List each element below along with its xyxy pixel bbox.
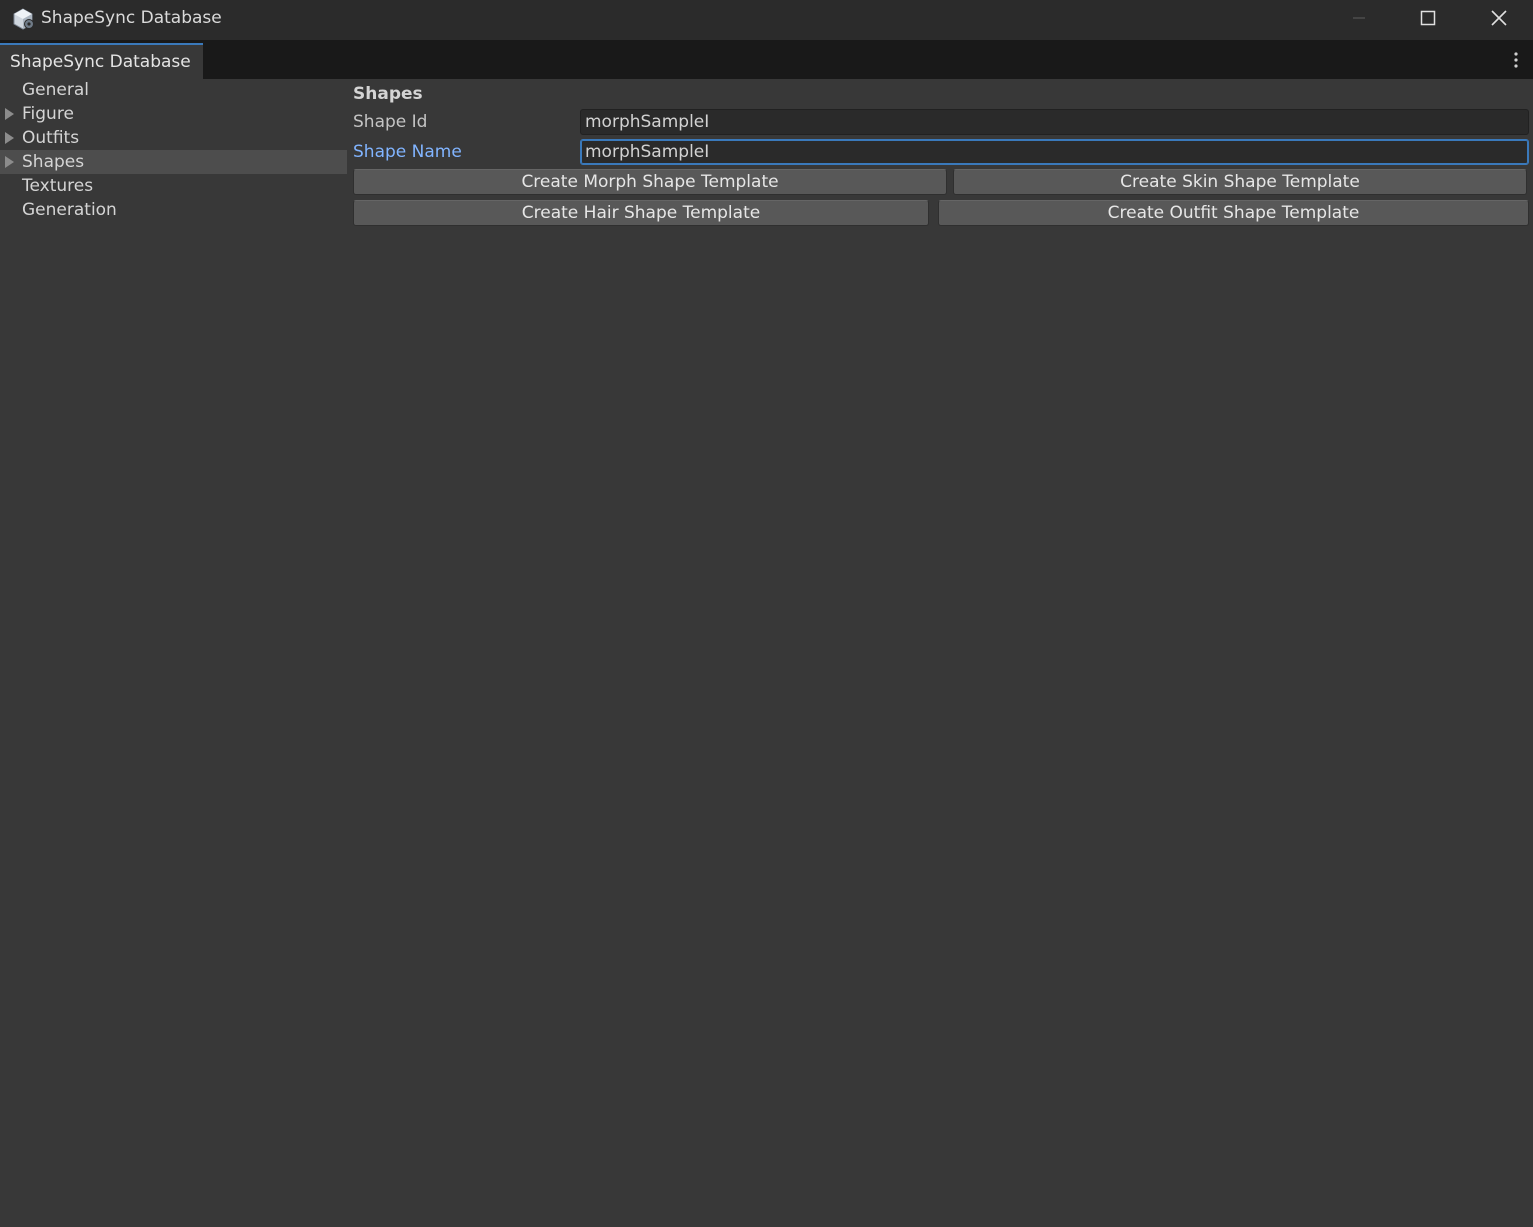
sidebar-item-shapes[interactable]: Shapes: [0, 150, 347, 174]
section-title: Shapes: [353, 84, 423, 104]
maximize-button[interactable]: [1398, 0, 1458, 36]
maximize-icon: [1420, 10, 1436, 26]
tab-shapesync-database[interactable]: ShapeSync Database: [0, 43, 203, 79]
close-button[interactable]: [1469, 0, 1529, 36]
shape-id-label: Shape Id: [353, 112, 428, 132]
sidebar-item-label: Generation: [22, 200, 117, 220]
close-icon: [1491, 10, 1507, 26]
create-morph-shape-template-button[interactable]: Create Morph Shape Template: [353, 169, 947, 195]
expand-arrow-icon[interactable]: [5, 108, 14, 120]
sidebar-item-label: Outfits: [22, 128, 80, 148]
expand-arrow-icon[interactable]: [5, 156, 14, 168]
unity-cube-icon: [13, 8, 34, 30]
window-titlebar: ShapeSync Database: [0, 0, 1533, 40]
shape-id-input[interactable]: [580, 109, 1529, 135]
expand-arrow-icon[interactable]: [5, 132, 14, 144]
kebab-menu-icon[interactable]: [1509, 50, 1523, 70]
sidebar-item-figure[interactable]: Figure: [0, 102, 347, 126]
window-title: ShapeSync Database: [41, 8, 222, 28]
sidebar-item-textures[interactable]: Textures: [0, 174, 347, 198]
create-outfit-shape-template-button[interactable]: Create Outfit Shape Template: [938, 200, 1529, 226]
sidebar-item-general[interactable]: General: [0, 78, 347, 102]
shape-name-input[interactable]: [580, 139, 1529, 165]
create-skin-shape-template-button[interactable]: Create Skin Shape Template: [953, 169, 1527, 195]
tab-strip: ShapeSync Database: [0, 40, 1533, 79]
minimize-icon: [1353, 17, 1365, 19]
sidebar-item-outfits[interactable]: Outfits: [0, 126, 347, 150]
shape-name-label: Shape Name: [353, 142, 462, 162]
sidebar: General Figure Outfits Shapes Textures G…: [0, 79, 347, 1227]
create-hair-shape-template-button[interactable]: Create Hair Shape Template: [353, 200, 929, 226]
sidebar-item-label: Figure: [22, 104, 74, 124]
sidebar-item-label: General: [22, 80, 89, 100]
sidebar-item-label: Textures: [22, 176, 94, 196]
sidebar-item-generation[interactable]: Generation: [0, 198, 347, 222]
sidebar-item-label: Shapes: [22, 152, 85, 172]
minimize-button[interactable]: [1329, 0, 1389, 36]
